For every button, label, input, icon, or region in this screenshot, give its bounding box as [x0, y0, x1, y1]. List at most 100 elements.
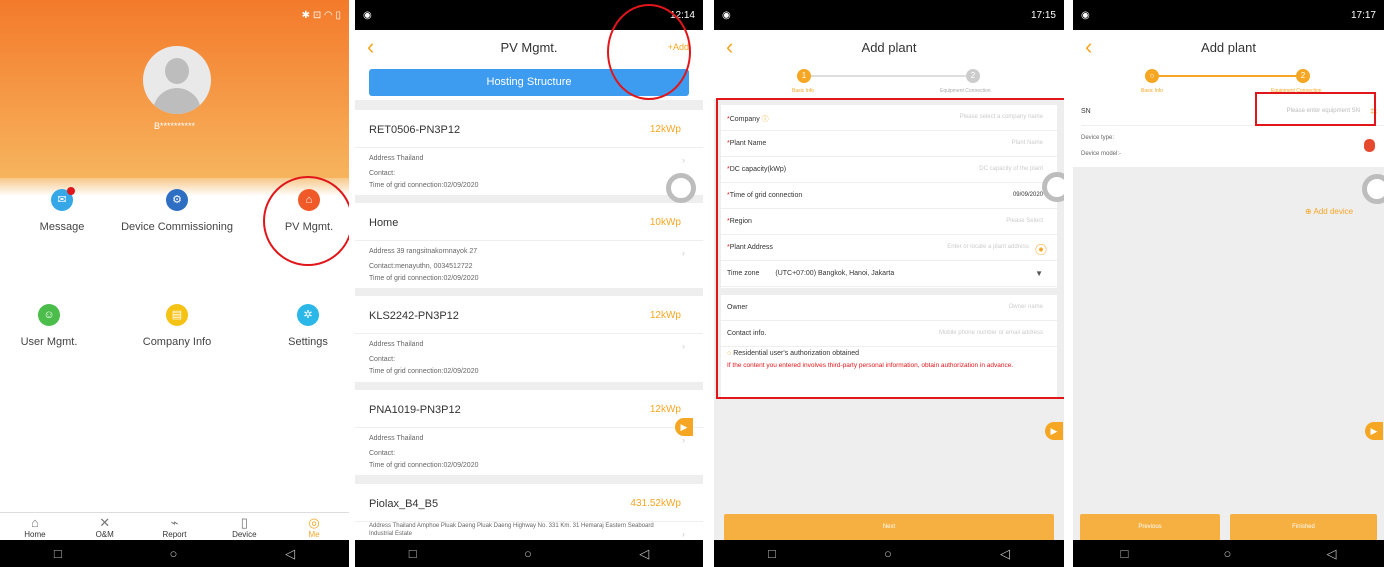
plant-card[interactable]: KLS2242-PN3P12 12kWp › Address Thailand … — [355, 296, 703, 382]
menu-settings[interactable]: ✲ Settings — [250, 304, 349, 348]
menu-label: User Mgmt. — [20, 336, 78, 348]
plant-name: Piolax_B4_B5 — [369, 498, 439, 510]
tab-home[interactable]: ⌂ Home — [0, 513, 70, 540]
chevron-right-icon: › — [682, 248, 685, 258]
device-model: Device model:- — [1081, 151, 1122, 157]
add-device-button[interactable]: ⊕ Add device — [1305, 207, 1353, 216]
previous-button[interactable]: Previous — [1080, 514, 1220, 541]
me-icon: ◎ — [308, 515, 320, 530]
plant-address: Address Thailand — [369, 435, 424, 442]
status-bar: ✱ ⊡ ◠ ▯ — [301, 9, 341, 21]
home-button-icon[interactable]: ○ — [169, 546, 177, 561]
highlight-box — [716, 98, 1064, 399]
tab-report[interactable]: ⌁ Report — [140, 513, 210, 540]
plant-card[interactable]: Home 10kWp › Address 39 rangsitnakornnay… — [355, 203, 703, 288]
home-screen: ✱ ⊡ ◠ ▯ B********** ✉ Message ⚙ Device C… — [0, 0, 349, 567]
plant-card[interactable]: Piolax_B4_B5 431.52kWp › Address Thailan… — [355, 484, 703, 540]
header: ‹ Add plant — [1073, 30, 1384, 64]
delete-icon[interactable] — [1364, 139, 1375, 152]
recents-icon[interactable]: □ — [768, 546, 776, 561]
page-title: Add plant — [861, 39, 917, 55]
stepper: 1 2 Basic Info Equipment Connection — [714, 64, 1064, 100]
video-icon[interactable]: ▶ — [675, 418, 693, 436]
step-1: ○ — [1145, 69, 1159, 83]
back-icon[interactable]: ◁ — [1000, 546, 1010, 562]
system-nav-bar: □ ○ ◁ — [355, 540, 703, 567]
device-icon: ▯ — [240, 515, 248, 530]
tools-icon: ✕ — [99, 515, 111, 530]
video-icon[interactable]: ▶ — [1045, 422, 1063, 440]
sn-label: SN — [1081, 108, 1091, 115]
next-button[interactable]: Next — [724, 514, 1054, 541]
recents-icon[interactable]: □ — [409, 546, 417, 561]
message-icon: ✉ — [51, 187, 75, 211]
status-bar: ◉ 17:17 — [1073, 0, 1384, 30]
recents-icon[interactable]: □ — [1121, 546, 1129, 561]
tab-me[interactable]: ◎ Me — [279, 513, 349, 540]
back-icon[interactable]: ◁ — [1326, 546, 1336, 562]
step-1-label: Basic Info — [1141, 88, 1163, 94]
menu-device-commissioning[interactable]: ⚙ Device Commissioning — [119, 189, 235, 233]
tab-om[interactable]: ✕ O&M — [70, 513, 140, 540]
floating-assistant-icon[interactable] — [1362, 174, 1384, 204]
highlight-circle — [607, 4, 691, 100]
username: B********** — [153, 121, 196, 131]
plant-contact: Contact: — [369, 356, 396, 363]
user-icon: ☺ — [38, 304, 60, 326]
report-icon: ⌁ — [170, 515, 179, 530]
avatar[interactable] — [143, 46, 211, 114]
clock: 17:15 — [1030, 9, 1056, 21]
menu-user-mgmt[interactable]: ☺ User Mgmt. — [0, 304, 107, 348]
menu-message[interactable]: ✉ Message — [4, 187, 120, 233]
plus-circle-icon: ⊕ — [1305, 207, 1312, 216]
step-2: 2 — [966, 69, 980, 83]
menu-label: Device Commissioning — [121, 221, 233, 233]
chevron-right-icon: › — [682, 341, 685, 351]
home-button-icon[interactable]: ○ — [884, 546, 892, 561]
commissioning-icon: ⚙ — [166, 189, 188, 211]
highlight-circle — [263, 176, 349, 266]
company-icon: ▤ — [166, 304, 188, 326]
settings-icon: ✲ — [297, 304, 319, 326]
home-button-icon[interactable]: ○ — [1224, 546, 1232, 561]
clock: 17:17 — [1350, 9, 1376, 21]
plant-grid-time: Time of grid connection:02/09/2020 — [369, 462, 479, 469]
chevron-right-icon: › — [682, 529, 685, 539]
header: ‹ Add plant — [714, 30, 1064, 64]
plant-contact: Contact: — [369, 450, 396, 457]
plant-address: Address Thailand Amphoe Pluak Daeng Plua… — [369, 523, 654, 537]
add-plant-equipment-screen: ◉ 17:17 ‹ Add plant ○ 2 Basic Info Equipm… — [1073, 0, 1384, 567]
plant-contact: Contact:menayuthn, 0034512722 — [369, 263, 473, 270]
plant-address: Address 39 rangsitnakornnayok 27 — [369, 248, 478, 255]
tab-label: O&M — [95, 530, 114, 539]
tab-label: Me — [308, 530, 320, 539]
home-button-icon[interactable]: ○ — [524, 546, 532, 561]
floating-assistant-icon[interactable] — [1042, 172, 1064, 202]
plant-name: RET0506-PN3P12 — [369, 124, 461, 136]
plant-contact: Contact: — [369, 170, 396, 177]
finished-button[interactable]: Finished — [1230, 514, 1377, 541]
plant-grid-time: Time of grid connection:02/09/2020 — [369, 182, 479, 189]
plant-grid-time: Time of grid connection:02/09/2020 — [369, 368, 479, 375]
plant-capacity: 12kWp — [649, 124, 681, 135]
tab-device[interactable]: ▯ Device — [209, 513, 279, 540]
menu-label: Message — [39, 221, 85, 233]
tab-label: Home — [24, 530, 46, 539]
recents-icon[interactable]: □ — [54, 546, 62, 561]
home-icon: ⌂ — [30, 515, 39, 530]
plant-grid-time: Time of grid connection:02/09/2020 — [369, 275, 479, 282]
menu-company-info[interactable]: ▤ Company Info — [119, 304, 235, 348]
system-nav-bar: □ ○ ◁ — [1073, 540, 1384, 567]
back-icon[interactable]: ◁ — [639, 546, 649, 562]
menu-label: Settings — [288, 336, 328, 348]
add-plant-basic-screen: ◉ 17:15 ‹ Add plant 1 2 Basic Info Equipm… — [714, 0, 1064, 567]
plant-card[interactable]: RET0506-PN3P12 12kWp › Address Thailand … — [355, 110, 703, 195]
plant-card[interactable]: PNA1019-PN3P12 12kWp › Address Thailand … — [355, 390, 703, 475]
floating-assistant-icon[interactable] — [666, 173, 696, 203]
plant-name: KLS2242-PN3P12 — [369, 310, 459, 322]
plant-capacity: 10kWp — [649, 217, 681, 228]
menu-label: Company Info — [142, 336, 212, 348]
back-icon[interactable]: ◁ — [285, 546, 295, 562]
video-icon[interactable]: ▶ — [1365, 422, 1383, 440]
add-button[interactable]: +Add — [668, 42, 703, 52]
